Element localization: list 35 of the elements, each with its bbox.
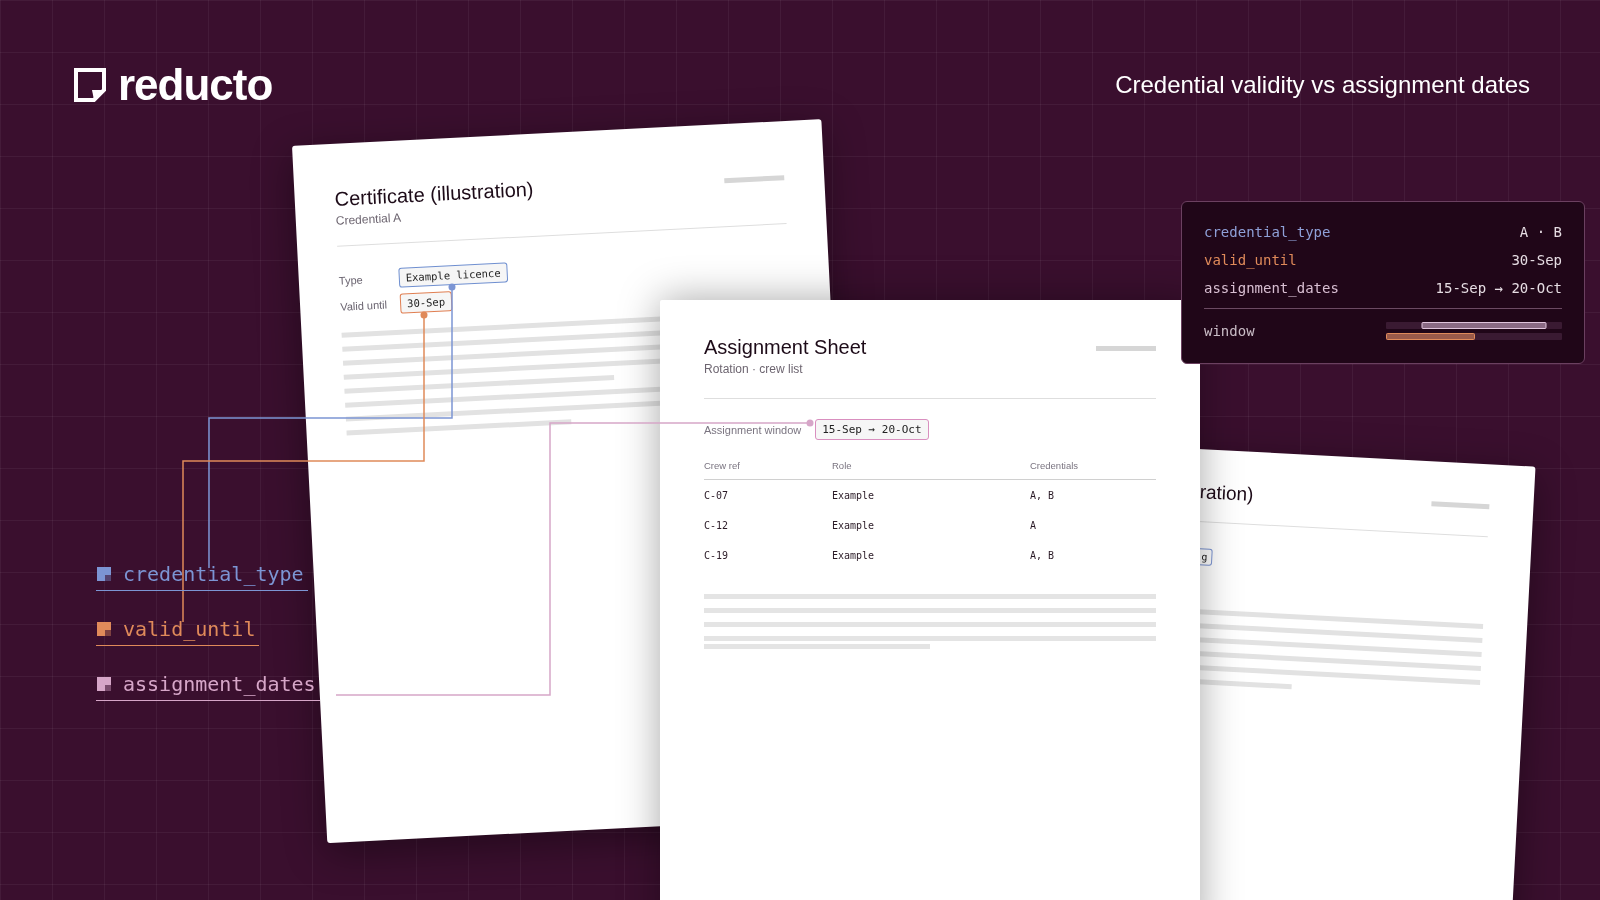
field-value: 15-Sep → 20-Oct [815, 419, 929, 440]
legend-label: valid_until [123, 617, 256, 641]
field-key: credential_type [1204, 224, 1331, 240]
table-cell: A, B [1030, 479, 1156, 510]
column-header: Credentials [1030, 456, 1156, 480]
field-value: 15-Sep → 20-Oct [1435, 280, 1562, 296]
legend-label: assignment_dates [123, 672, 316, 696]
table-cell: C-07 [704, 479, 832, 510]
column-header: Crew ref [704, 456, 832, 480]
table-cell-text: A [1030, 519, 1038, 533]
document-title: ration) [1199, 481, 1255, 506]
field-label: Type [338, 272, 364, 287]
table-cell: Example [832, 479, 1030, 510]
headline: Credential validity vs assignment dates [1115, 71, 1530, 99]
field-key: assignment_dates [1204, 280, 1339, 296]
field-label: Valid until [339, 298, 389, 313]
field-key: window [1204, 323, 1255, 339]
table-cell: Example [832, 510, 1030, 540]
table-cell: C-12 [704, 510, 832, 540]
document-subtitle: Credential A [335, 209, 403, 228]
field-value: 30-Sep [1511, 252, 1562, 268]
document-subtitle: Rotation · crew list [704, 362, 804, 376]
table-cell-text: A, B [1030, 549, 1056, 563]
table-cell: Example [832, 540, 1030, 570]
table-cell: C-19 [704, 540, 832, 570]
document-title: Certificate (illustration) [334, 177, 535, 211]
field-key: valid_until [1204, 252, 1297, 268]
field-value: A · B [1519, 224, 1562, 240]
brand-name: reducto [118, 60, 273, 110]
logo-icon [74, 68, 106, 102]
field-label: Assignment window [704, 423, 802, 436]
document-title: Assignment Sheet [704, 336, 867, 359]
field-value: 30-Sep [399, 291, 453, 314]
column-header: Role [832, 456, 1030, 480]
field-value: Example licence [398, 262, 508, 288]
